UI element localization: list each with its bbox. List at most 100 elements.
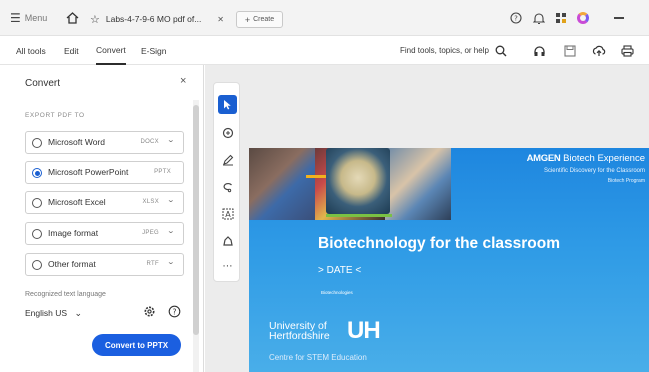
language-label: Recognized text language (25, 291, 106, 298)
home-button[interactable] (66, 0, 79, 36)
select-tool[interactable] (218, 95, 237, 114)
more-tools-button[interactable]: ⋯ (218, 257, 237, 276)
svg-text:A: A (225, 210, 231, 219)
save-icon (564, 44, 576, 57)
svg-text:?: ? (173, 307, 177, 316)
convert-button[interactable]: Convert to PPTX (92, 334, 181, 356)
option-ext: PPTX (154, 169, 171, 175)
star-icon[interactable]: ☆ (90, 13, 100, 26)
chevron-down-icon[interactable]: ⌄ (167, 137, 175, 145)
document-tab[interactable]: ☆ Labs-4-7-9-6 MO pdf of... ✕ (90, 6, 228, 32)
tab-all-tools[interactable]: All tools (16, 36, 46, 65)
minimize-button[interactable] (614, 0, 624, 36)
radio-powerpoint[interactable] (32, 168, 42, 178)
search-tools[interactable]: Find tools, topics, or help (400, 36, 507, 65)
menu-button[interactable]: ☰ Menu (10, 0, 47, 36)
option-other-format[interactable]: Other format RTF ⌄ (25, 253, 184, 276)
more-icon: ⋯ (222, 261, 233, 272)
export-section-label: EXPORT PDF TO (25, 112, 85, 119)
help-icon: ? (168, 305, 181, 318)
stamp-tool[interactable] (218, 231, 237, 250)
stamp-icon (222, 235, 233, 246)
amgen-subtitle-small: Biotech Program (607, 178, 645, 184)
chevron-down-icon[interactable]: ⌄ (167, 197, 175, 205)
quick-tools-toolbar: A ⋯ (213, 82, 240, 282)
uh-logo: UH (347, 317, 381, 344)
headphones-icon (534, 45, 545, 56)
notifications-button[interactable] (533, 0, 545, 36)
radio-excel[interactable] (32, 198, 42, 208)
search-tools-label: Find tools, topics, or help (400, 46, 489, 55)
language-help-button[interactable]: ? (168, 305, 181, 323)
apps-button[interactable] (555, 0, 568, 36)
home-icon (66, 12, 79, 24)
close-panel-icon[interactable]: × (180, 75, 186, 87)
svg-text:?: ? (514, 15, 518, 23)
radio-other[interactable] (32, 260, 42, 270)
cursor-arrow-icon (224, 100, 231, 110)
chevron-down-icon[interactable]: ⌄ (167, 228, 175, 236)
option-microsoft-powerpoint[interactable]: Microsoft PowerPoint PPTX (25, 161, 184, 184)
radio-word[interactable] (32, 138, 42, 148)
cloud-upload-icon (592, 45, 606, 56)
slide-accent-yellow (306, 175, 326, 178)
chevron-down-icon: ⌄ (74, 308, 82, 318)
search-icon (495, 45, 507, 56)
lab-photo-student (385, 148, 451, 220)
ai-assistant-button[interactable] (577, 0, 589, 36)
tab-e-sign[interactable]: E-Sign (141, 36, 167, 65)
amgen-subtitle: Scientific Discovery for the Classroom (543, 168, 645, 174)
option-ext: XLSX (142, 199, 159, 205)
tab-convert[interactable]: Convert (96, 36, 126, 65)
amgen-logo-text: AMGEN Biotech Experience (526, 153, 645, 164)
convert-panel: Convert × EXPORT PDF TO Microsoft Word D… (0, 65, 204, 372)
petri-dish-photo (326, 148, 390, 214)
lasso-tool[interactable] (218, 177, 237, 196)
tab-edit[interactable]: Edit (64, 36, 79, 65)
text-select-tool[interactable]: A (218, 204, 237, 223)
lab-photo-gloves (249, 148, 315, 220)
option-image-format[interactable]: Image format JPEG ⌄ (25, 222, 184, 245)
tab-title: Labs-4-7-9-6 MO pdf of... (105, 14, 202, 24)
option-ext: DOCX (140, 139, 159, 145)
panel-scrollbar-thumb[interactable] (193, 105, 199, 335)
slide-title: Biotechnology for the classroom (318, 235, 561, 252)
print-button[interactable] (621, 36, 634, 65)
create-label: Create (253, 16, 275, 23)
minimize-icon (614, 17, 624, 19)
comment-add-icon (222, 127, 233, 138)
option-label: Other format (48, 259, 96, 269)
help-button[interactable]: ? (510, 0, 522, 36)
create-button[interactable]: + Create (236, 11, 283, 28)
upload-button[interactable] (592, 36, 606, 65)
option-ext: JPEG (142, 230, 159, 236)
option-microsoft-excel[interactable]: Microsoft Excel XLSX ⌄ (25, 191, 184, 214)
option-microsoft-word[interactable]: Microsoft Word DOCX ⌄ (25, 131, 184, 154)
ai-assistant-icon (577, 12, 589, 24)
title-bar: ☰ Menu ☆ Labs-4-7-9-6 MO pdf of... ✕ + C… (0, 0, 649, 36)
apps-grid-icon (556, 12, 566, 23)
listen-button[interactable] (533, 36, 546, 65)
menu-bar: All tools Edit Convert E-Sign Find tools… (0, 36, 649, 65)
radio-image[interactable] (32, 229, 42, 239)
settings-button[interactable] (143, 305, 156, 323)
pdf-page-slide: AMGEN Biotech Experience Scientific Disc… (249, 148, 649, 372)
option-label: Microsoft Word (48, 137, 105, 147)
printer-icon (621, 44, 634, 57)
option-label: Image format (48, 228, 99, 238)
save-button[interactable] (564, 36, 576, 65)
text-box-icon: A (222, 208, 233, 219)
option-label: Microsoft PowerPoint (48, 167, 129, 177)
close-tab-icon[interactable]: ✕ (217, 15, 224, 24)
chevron-down-icon[interactable]: ⌄ (167, 259, 175, 267)
comment-tool[interactable] (218, 123, 237, 142)
lasso-icon (223, 182, 232, 192)
language-select[interactable]: English US ⌄ (25, 308, 82, 319)
slide-small-text: Biotechnologies (321, 290, 353, 295)
panel-title: Convert (25, 78, 61, 89)
help-icon: ? (510, 12, 522, 24)
university-subtitle: Centre for STEM Education (269, 353, 367, 362)
pencil-tool[interactable] (218, 150, 237, 169)
university-name: University of Hertfordshire (269, 320, 330, 342)
slide-date: > DATE < (318, 265, 362, 276)
